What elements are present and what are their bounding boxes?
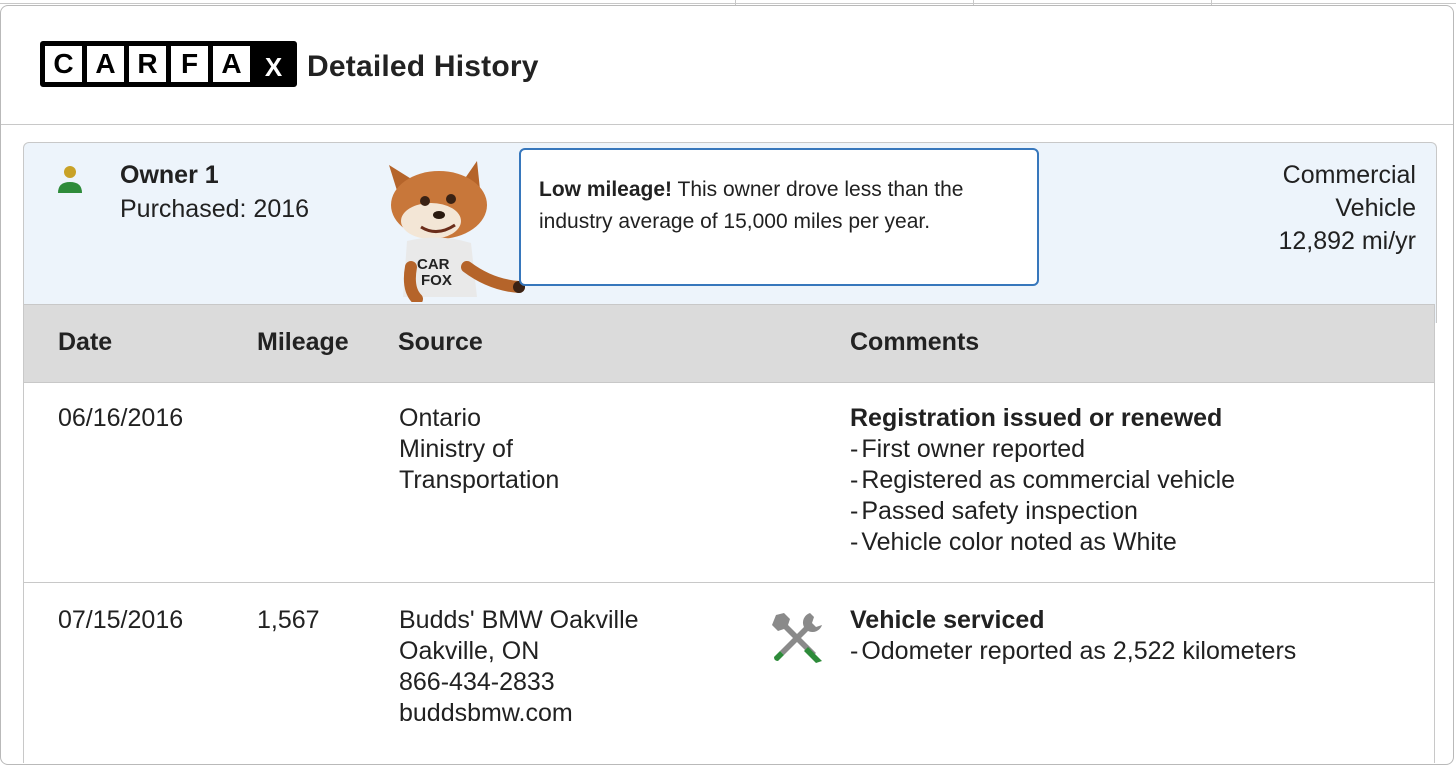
comment-item: Odometer reported as 2,522 kilometers: [850, 636, 1296, 667]
vehicle-type-line2: Vehicle: [1335, 194, 1416, 222]
vehicle-usage-info: Commercial Vehicle 12,892 mi/yr: [1278, 159, 1416, 258]
vehicle-type-line1: Commercial: [1282, 161, 1416, 189]
comment-item: First owner reported: [850, 434, 1235, 465]
svg-text:FOX: FOX: [421, 272, 452, 289]
column-header-date: Date: [58, 328, 113, 356]
row-source: Budds' BMW Oakville Oakville, ON 866-434…: [399, 606, 639, 727]
purchase-year: Purchased: 2016: [120, 195, 310, 223]
comment-item: Passed safety inspection: [850, 496, 1235, 527]
low-mileage-callout: Low mileage! This owner drove less than …: [519, 148, 1039, 286]
comment-title: Registration issued or renewed: [850, 404, 1223, 432]
comment-item: Registered as commercial vehicle: [850, 465, 1235, 496]
card-header: C A R F A X Detailed History: [1, 6, 1453, 125]
person-icon: [58, 166, 82, 193]
column-header-source: Source: [398, 328, 483, 356]
svg-text:CAR: CAR: [417, 256, 450, 273]
mileage-rate: 12,892 mi/yr: [1278, 227, 1416, 255]
column-header-comments: Comments: [850, 328, 980, 356]
comment-title: Vehicle serviced: [850, 606, 1045, 634]
row-date: 06/16/2016: [58, 404, 184, 432]
carfax-logo: C A R F A X: [40, 41, 297, 87]
table-row: 06/16/2016 Ontario Ministry of Transport…: [23, 383, 1435, 583]
service-tools-icon: [772, 613, 822, 663]
row-comments: Registration issued or renewed First own…: [850, 403, 1235, 558]
column-header-mileage: Mileage: [257, 328, 349, 356]
row-mileage: 1,567: [257, 606, 320, 634]
owner-summary: Owner 1 Purchased: 2016 CAR FOX Low mile…: [23, 142, 1437, 323]
comment-item: Vehicle color noted as White: [850, 527, 1235, 558]
row-comments: Vehicle serviced Odometer reported as 2,…: [850, 605, 1296, 667]
page-title: Detailed History: [307, 50, 539, 83]
row-date: 07/15/2016: [58, 606, 184, 634]
table-row: 07/15/2016 1,567 Budds' BMW Oakville Oak…: [23, 583, 1435, 763]
row-source: Ontario Ministry of Transportation: [399, 404, 560, 494]
carfox-mascot-icon: CAR FOX: [389, 161, 525, 302]
owner-label: Owner 1: [120, 161, 219, 189]
table-header: Date Mileage Source Comments: [23, 304, 1435, 383]
